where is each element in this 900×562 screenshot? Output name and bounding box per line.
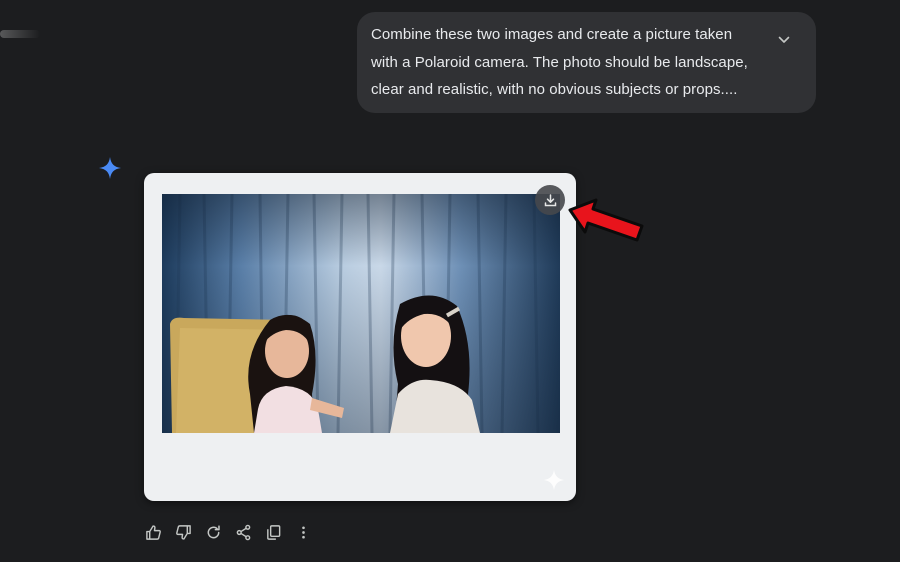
- partial-previous-element: [0, 30, 40, 38]
- polaroid-photo: [162, 194, 560, 433]
- share-button[interactable]: [232, 521, 254, 543]
- sparkle-watermark-icon: [544, 470, 564, 490]
- more-options-button[interactable]: [292, 521, 314, 543]
- user-prompt-bubble: Combine these two images and create a pi…: [357, 12, 816, 113]
- red-arrow-icon: [568, 198, 644, 242]
- thumbs-up-button[interactable]: [142, 521, 164, 543]
- response-action-bar: [142, 521, 314, 543]
- thumbs-down-icon: [175, 524, 191, 540]
- download-button[interactable]: [535, 185, 565, 215]
- more-options-icon: [301, 525, 305, 539]
- generated-polaroid-image[interactable]: [144, 173, 576, 501]
- thumbs-up-icon: [145, 524, 161, 540]
- copy-button[interactable]: [262, 521, 284, 543]
- regenerate-icon: [207, 524, 220, 538]
- user-prompt-text: Combine these two images and create a pi…: [371, 21, 768, 104]
- prompt-line-3: clear and realistic, with no obvious sub…: [371, 81, 738, 98]
- chevron-down-icon: [778, 36, 790, 43]
- gemini-sparkle-icon: [99, 157, 121, 179]
- prompt-line-1: Combine these two images and create a pi…: [371, 26, 733, 43]
- share-icon: [236, 524, 250, 540]
- thumbs-down-button[interactable]: [172, 521, 194, 543]
- expand-prompt-button[interactable]: [774, 30, 794, 50]
- copy-icon: [266, 524, 280, 540]
- regenerate-button[interactable]: [202, 521, 224, 543]
- prompt-line-2: with a Polaroid camera. The photo should…: [371, 53, 748, 71]
- download-icon: [544, 193, 556, 206]
